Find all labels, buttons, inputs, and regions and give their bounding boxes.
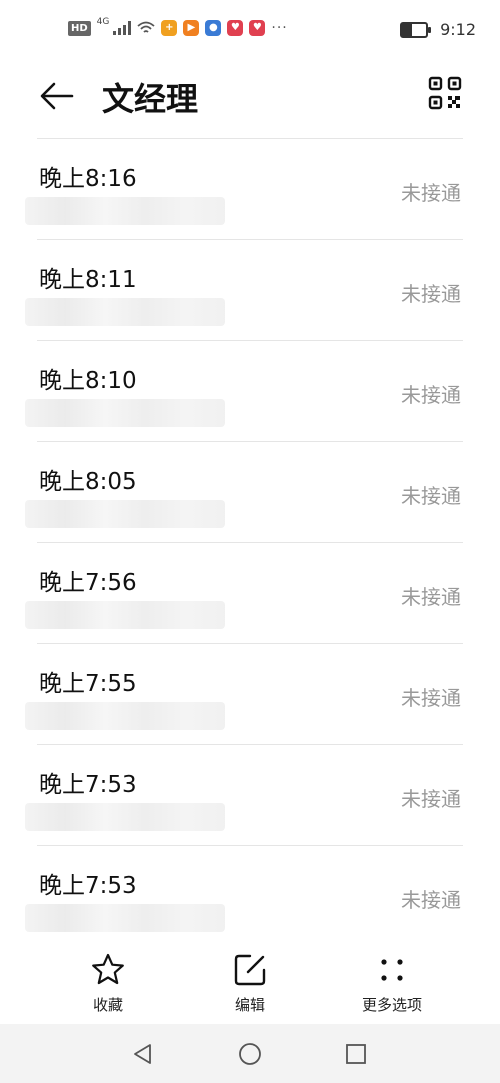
signal-icon [113, 21, 132, 35]
bottom-action-bar: 收藏 编辑 更多选项 [0, 948, 500, 1024]
call-log-row[interactable]: 晚上7:53 未接通 [25, 744, 463, 845]
redacted-info [25, 601, 225, 629]
more-options-button[interactable]: 更多选项 [337, 948, 447, 1015]
call-time: 晚上7:53 [39, 873, 137, 899]
call-log-row[interactable]: 晚上8:11 未接通 [25, 239, 463, 340]
back-triangle-icon[interactable] [131, 1042, 155, 1066]
call-log-row[interactable]: 晚上8:10 未接通 [25, 340, 463, 441]
app-notification-icon: ♥ [249, 20, 266, 36]
edit-button[interactable]: 编辑 [195, 948, 305, 1015]
call-time: 晚上7:53 [39, 772, 137, 798]
call-log-row[interactable]: 晚上8:16 未接通 [25, 138, 463, 239]
edit-icon [234, 954, 266, 986]
more-options-label: 更多选项 [361, 996, 422, 1014]
favorite-label: 收藏 [92, 996, 123, 1014]
battery-fill [402, 23, 412, 36]
call-log-list: 晚上8:16 未接通 晚上8:11 未接通 晚上8:10 未接通 晚上8:05 … [0, 138, 500, 946]
redacted-info [25, 904, 225, 932]
more-dots-icon [381, 959, 403, 981]
call-log-row[interactable]: 晚上7:56 未接通 [25, 542, 463, 643]
redacted-info [25, 197, 225, 225]
clock: 9:12 [440, 20, 476, 39]
call-log-row[interactable]: 晚上8:05 未接通 [25, 441, 463, 542]
call-log-row[interactable]: 晚上7:55 未接通 [25, 643, 463, 744]
home-circle-icon[interactable] [238, 1042, 262, 1066]
edit-label: 编辑 [234, 996, 265, 1014]
call-status: 未接通 [401, 383, 461, 407]
system-nav-bar [0, 1024, 500, 1083]
call-time: 晚上8:11 [39, 267, 137, 293]
app-notification-icon: ● [205, 20, 222, 36]
redacted-info [25, 298, 225, 326]
hd-badge: HD [68, 20, 91, 36]
more-notifications-icon: ··· [271, 20, 288, 36]
page-title: 文经理 [102, 80, 199, 118]
status-bar: HD 4G + ▶ ● ♥ ♥ ··· 9:12 [0, 0, 500, 62]
call-status: 未接通 [401, 888, 461, 912]
call-time: 晚上8:16 [39, 166, 137, 192]
call-log-row[interactable]: 晚上7:53 未接通 [25, 845, 463, 946]
recents-square-icon[interactable] [344, 1042, 368, 1066]
star-icon [92, 953, 124, 985]
wifi-icon [137, 21, 155, 33]
redacted-info [25, 399, 225, 427]
call-time: 晚上7:56 [39, 570, 137, 596]
status-left: HD 4G + ▶ ● ♥ ♥ ··· [68, 17, 288, 36]
qr-code-icon[interactable] [428, 76, 462, 110]
call-time: 晚上7:55 [39, 671, 137, 697]
call-status: 未接通 [401, 282, 461, 306]
redacted-info [25, 803, 225, 831]
favorite-button[interactable]: 收藏 [53, 948, 163, 1015]
status-right: 9:12 [400, 20, 476, 39]
header: 文经理 [0, 62, 500, 132]
call-status: 未接通 [401, 181, 461, 205]
app-notification-icon: ▶ [183, 20, 200, 36]
call-time: 晚上8:05 [39, 469, 137, 495]
arrow-left-icon[interactable] [36, 76, 76, 116]
call-status: 未接通 [401, 686, 461, 710]
redacted-info [25, 500, 225, 528]
network-type: 4G [96, 17, 110, 27]
app-notification-icon: ♥ [227, 20, 244, 36]
battery-icon [400, 21, 432, 38]
redacted-info [25, 702, 225, 730]
call-status: 未接通 [401, 787, 461, 811]
app-notification-icon: + [161, 20, 178, 36]
call-status: 未接通 [401, 585, 461, 609]
call-status: 未接通 [401, 484, 461, 508]
call-time: 晚上8:10 [39, 368, 137, 394]
